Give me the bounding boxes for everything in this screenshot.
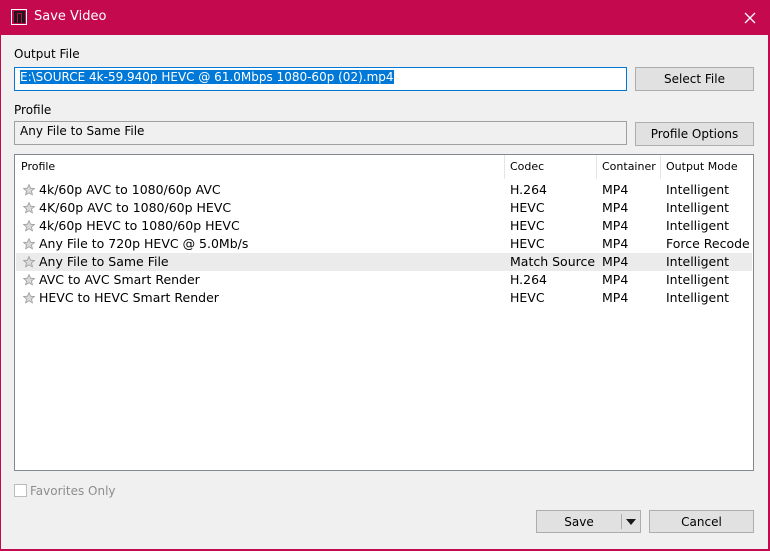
cell-codec: H.264: [510, 182, 548, 197]
table-row[interactable]: AVC to AVC Smart Render H.264 MP4 Intellige…: [16, 271, 752, 289]
star-icon[interactable]: [23, 184, 35, 196]
cell-container: MP4: [602, 290, 629, 305]
star-icon[interactable]: [23, 238, 35, 250]
table-row[interactable]: 4k/60p HEVC to 1080/60p HEVC HEVC MP4 Intel…: [16, 217, 752, 235]
close-icon: [744, 12, 756, 23]
cell-profile: AVC to AVC Smart Render: [39, 272, 200, 287]
cell-output-mode: Force Recode: [666, 236, 750, 251]
column-header-profile[interactable]: Profile: [15, 155, 505, 179]
favorites-only-checkbox[interactable]: [14, 484, 27, 497]
title-bar: Save Video: [0, 0, 770, 35]
cell-output-mode: Intelligent: [666, 254, 730, 269]
cell-container: MP4: [602, 236, 629, 251]
cell-codec: HEVC: [510, 200, 545, 215]
profile-list[interactable]: Profile Codec Container Output Mode 4k/6…: [14, 154, 754, 471]
column-header-output-mode[interactable]: Output Mode: [660, 155, 753, 179]
cell-output-mode: Intelligent: [666, 272, 730, 287]
cancel-button[interactable]: Cancel: [649, 510, 754, 533]
cell-container: MP4: [602, 254, 629, 269]
output-file-input[interactable]: E:\SOURCE 4k-59.940p HEVC @ 61.0Mbps 108…: [14, 67, 627, 91]
star-icon[interactable]: [23, 220, 35, 232]
profile-value: Any File to Same File: [20, 124, 145, 138]
list-header: Profile Codec Container Output Mode: [15, 155, 753, 179]
star-icon[interactable]: [23, 256, 35, 268]
profile-options-button[interactable]: Profile Options: [635, 122, 754, 146]
table-row[interactable]: Any File to Same File Match Source MP4 Inte…: [16, 253, 752, 271]
star-icon[interactable]: [23, 202, 35, 214]
star-icon[interactable]: [23, 292, 35, 304]
cell-codec: Match Source: [510, 254, 596, 269]
cell-codec: HEVC: [510, 218, 545, 233]
column-header-codec[interactable]: Codec: [504, 155, 596, 179]
cell-profile: 4k/60p AVC to 1080/60p AVC: [39, 182, 221, 197]
table-row[interactable]: 4K/60p AVC to 1080/60p HEVC HEVC MP4 Intell…: [16, 199, 752, 217]
cell-codec: H.264: [510, 272, 548, 287]
output-file-value: E:\SOURCE 4k-59.940p HEVC @ 61.0Mbps 108…: [20, 70, 394, 84]
cell-codec: HEVC: [510, 236, 545, 251]
cell-profile: Any File to 720p HEVC @ 5.0Mb/s: [39, 236, 249, 251]
cell-output-mode: Intelligent: [666, 182, 730, 197]
cell-container: MP4: [602, 218, 629, 233]
select-file-button[interactable]: Select File: [635, 67, 754, 91]
close-button[interactable]: [732, 0, 768, 35]
app-icon: [11, 9, 27, 25]
cell-container: MP4: [602, 200, 629, 215]
chevron-down-icon: [626, 518, 636, 525]
favorites-only-label: Favorites Only: [30, 484, 116, 498]
cell-container: MP4: [602, 182, 629, 197]
column-header-container[interactable]: Container: [596, 155, 660, 179]
table-row[interactable]: HEVC to HEVC Smart Render HEVC MP4 Intellig…: [16, 289, 752, 307]
cell-codec: HEVC: [510, 290, 545, 305]
dialog-body: Output File E:\SOURCE 4k-59.940p HEVC @ …: [1, 35, 768, 549]
cell-container: MP4: [602, 272, 629, 287]
cell-profile: 4k/60p HEVC to 1080/60p HEVC: [39, 218, 240, 233]
profile-field: Any File to Same File: [14, 121, 627, 145]
save-dropdown-button[interactable]: [622, 511, 640, 532]
cell-profile: Any File to Same File: [39, 254, 169, 269]
save-button[interactable]: Save: [537, 511, 621, 532]
star-icon[interactable]: [23, 274, 35, 286]
window-title: Save Video: [34, 9, 107, 24]
table-row[interactable]: 4k/60p AVC to 1080/60p AVC H.264 MP4 Intell…: [16, 181, 752, 199]
cell-output-mode: Intelligent: [666, 200, 730, 215]
profile-label: Profile: [14, 103, 52, 117]
cell-output-mode: Intelligent: [666, 290, 730, 305]
cell-output-mode: Intelligent: [666, 218, 730, 233]
cell-profile: 4K/60p AVC to 1080/60p HEVC: [39, 200, 232, 215]
cell-profile: HEVC to HEVC Smart Render: [39, 290, 219, 305]
save-split-button: Save: [536, 510, 641, 533]
table-row[interactable]: Any File to 720p HEVC @ 5.0Mb/s HEVC MP4 Fo…: [16, 235, 752, 253]
output-file-label: Output File: [14, 47, 80, 61]
